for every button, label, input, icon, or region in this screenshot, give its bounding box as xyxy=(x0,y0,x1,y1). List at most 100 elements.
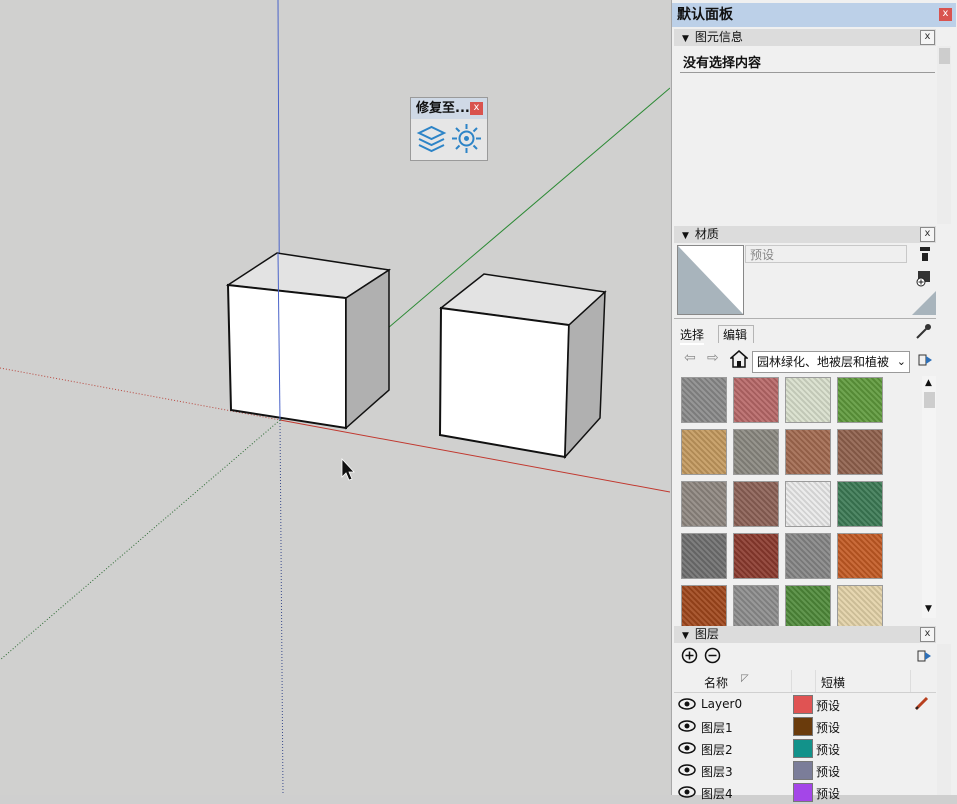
entity-info-header[interactable]: ▼ 图元信息 x xyxy=(674,29,936,46)
layer-dash-style[interactable]: 预设 xyxy=(816,785,840,802)
layer-name[interactable]: 图层1 xyxy=(701,719,733,736)
tray-close-button[interactable]: x xyxy=(939,8,952,21)
scene-canvas xyxy=(0,0,670,795)
material-preview[interactable] xyxy=(677,245,744,315)
cube-left xyxy=(225,252,392,430)
material-swatch-wire-fence[interactable] xyxy=(785,481,831,527)
visibility-eye-icon[interactable] xyxy=(678,741,696,755)
details-arrow-icon[interactable] xyxy=(917,352,933,368)
tab-edit[interactable]: 编辑 xyxy=(718,325,754,343)
layer-name[interactable]: Layer0 xyxy=(701,697,742,711)
chevron-down-icon: ⌄ xyxy=(896,355,906,368)
library-select-value: 园林绿化、地被层和植被 xyxy=(757,355,890,369)
material-swatch-rust-red[interactable] xyxy=(733,533,779,579)
layer-row[interactable]: Layer0 预设 xyxy=(675,694,935,716)
layers-title: 图层 xyxy=(694,627,719,641)
material-swatch-wood-fence[interactable] xyxy=(733,429,779,475)
layers-close-button[interactable]: x xyxy=(920,627,935,642)
tab-select[interactable]: 选择 xyxy=(680,326,705,345)
material-swatch-hedge-green[interactable] xyxy=(785,585,831,631)
layer-row[interactable]: 图层3 预设 xyxy=(675,760,935,782)
material-name-field[interactable]: 预设 xyxy=(745,245,907,263)
material-swatch-mixed-stones[interactable] xyxy=(681,481,727,527)
material-swatch-gravel-gray[interactable] xyxy=(681,377,727,423)
sort-icon[interactable]: ◸ xyxy=(741,673,749,684)
layer-color-swatch[interactable] xyxy=(793,783,813,802)
entity-info-status: 没有选择内容 xyxy=(683,56,762,71)
layer-dash-style[interactable]: 预设 xyxy=(816,697,840,714)
delete-layer-icon[interactable] xyxy=(704,647,721,664)
layers-header[interactable]: ▼ 图层 x xyxy=(674,626,936,643)
visibility-eye-icon[interactable] xyxy=(678,785,696,799)
layer-dash-style[interactable]: 预设 xyxy=(816,763,840,780)
material-swatch-cream-stone[interactable] xyxy=(837,585,883,631)
layer-name[interactable]: 图层3 xyxy=(701,763,733,780)
layer-name[interactable]: 图层4 xyxy=(701,785,733,802)
layer-name[interactable]: 图层2 xyxy=(701,741,733,758)
materials-title: 材质 xyxy=(694,227,719,241)
green-axis-negative xyxy=(0,419,281,661)
material-swatch-red-concrete[interactable] xyxy=(733,377,779,423)
sun-settings-icon[interactable] xyxy=(450,122,483,155)
back-arrow-icon[interactable]: ⇦ xyxy=(684,351,698,365)
material-swatch-fine-gravel[interactable] xyxy=(733,585,779,631)
active-layer-pencil-icon xyxy=(914,695,930,711)
forward-arrow-icon[interactable]: ⇨ xyxy=(707,351,721,365)
layer-row[interactable]: 图层2 预设 xyxy=(675,738,935,760)
column-style[interactable]: 短横 xyxy=(821,674,845,691)
material-swatch-red-gravel[interactable] xyxy=(837,429,883,475)
entity-info-scrollbar[interactable] xyxy=(937,46,951,224)
material-swatch-grass-green[interactable] xyxy=(837,377,883,423)
cube-right xyxy=(438,273,607,460)
toolbar-close-button[interactable]: x xyxy=(470,102,483,115)
scroll-down-icon[interactable]: ▼ xyxy=(925,604,932,614)
layer-color-swatch[interactable] xyxy=(793,739,813,758)
layer-color-swatch[interactable] xyxy=(793,761,813,780)
layer-color-swatch[interactable] xyxy=(793,717,813,736)
materials-header[interactable]: ▼ 材质 x xyxy=(674,226,936,243)
default-material-swatch[interactable] xyxy=(912,291,936,315)
divider xyxy=(680,72,935,73)
layer-row[interactable]: 图层1 预设 xyxy=(675,716,935,738)
material-swatch-sand-tan[interactable] xyxy=(681,429,727,475)
model-viewport[interactable]: 修复至... x xyxy=(0,0,670,795)
add-layer-icon[interactable] xyxy=(681,647,698,664)
material-swatch-stone-blocks[interactable] xyxy=(681,533,727,579)
entity-info-title: 图元信息 xyxy=(694,30,743,44)
layer-details-icon[interactable] xyxy=(916,648,932,664)
visibility-eye-icon[interactable] xyxy=(678,719,696,733)
tray-title: 默认面板 xyxy=(672,3,956,27)
sample-paint-icon[interactable] xyxy=(918,246,932,262)
collapse-triangle-icon: ▼ xyxy=(682,631,689,641)
material-swatch-brown-pebbles[interactable] xyxy=(785,429,831,475)
library-select[interactable]: 园林绿化、地被层和植被 ⌄ xyxy=(752,351,910,373)
entity-info-close-button[interactable]: x xyxy=(920,30,935,45)
create-material-icon[interactable] xyxy=(915,269,933,287)
scroll-up-icon[interactable]: ▲ xyxy=(925,378,932,388)
collapse-triangle-icon: ▼ xyxy=(682,231,689,241)
default-tray: 默认面板 x ▼ 图元信息 x 没有选择内容 ▼ 材质 x 预设 选择 编辑 ⇦ ⇨… xyxy=(671,0,957,802)
layers-icon[interactable] xyxy=(415,122,448,155)
material-swatch-wood-lattice[interactable] xyxy=(837,533,883,579)
eyedropper-icon[interactable] xyxy=(914,323,932,341)
layer-dash-style[interactable]: 预设 xyxy=(816,719,840,736)
restore-toolbar: 修复至... x xyxy=(410,97,488,161)
layers-column-header: 名称 ◸ 短横 xyxy=(674,670,936,693)
column-name[interactable]: 名称 xyxy=(704,674,728,691)
materials-scrollbar[interactable]: ▲ ▼ xyxy=(922,376,936,618)
layers-scrollbar[interactable] xyxy=(937,644,951,795)
material-swatch-wood-planks[interactable] xyxy=(681,585,727,631)
material-swatch-gray-boards[interactable] xyxy=(785,533,831,579)
visibility-eye-icon[interactable] xyxy=(678,697,696,711)
material-swatch-green-shrubs[interactable] xyxy=(837,481,883,527)
material-swatch-red-granite[interactable] xyxy=(733,481,779,527)
layer-row[interactable]: 图层4 预设 xyxy=(675,782,935,804)
visibility-eye-icon[interactable] xyxy=(678,763,696,777)
layer-color-swatch[interactable] xyxy=(793,695,813,714)
layer-dash-style[interactable]: 预设 xyxy=(816,741,840,758)
home-icon[interactable] xyxy=(729,350,749,368)
materials-close-button[interactable]: x xyxy=(920,227,935,242)
material-swatch-stepping-stones[interactable] xyxy=(785,377,831,423)
collapse-triangle-icon: ▼ xyxy=(682,34,689,44)
blue-axis-negative xyxy=(279,419,284,795)
